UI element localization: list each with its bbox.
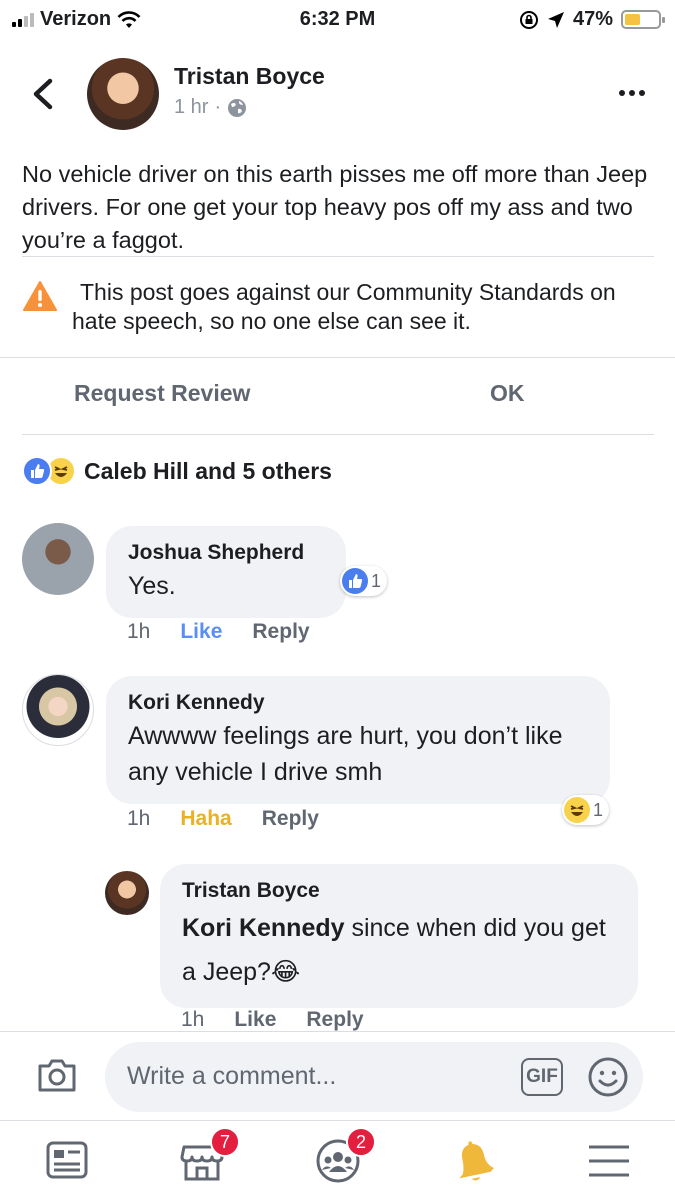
status-right: 47%: [519, 8, 665, 31]
comment-bubble: Kori Kennedy Awwww feelings are hurt, yo…: [106, 676, 610, 804]
author-avatar[interactable]: [87, 58, 159, 130]
like-reaction-icon: [342, 568, 368, 594]
globe-icon: [228, 98, 247, 117]
post-time[interactable]: 1 hr: [174, 96, 208, 119]
battery-icon: [621, 10, 665, 29]
like-reaction-icon: [22, 456, 52, 486]
tab-notifications[interactable]: [450, 1137, 498, 1185]
groups-badge: 2: [346, 1127, 376, 1157]
tears-of-joy-emoji: 😂: [270, 958, 301, 986]
reply-button[interactable]: Reply: [252, 620, 309, 644]
comment-reaction-count[interactable]: 1: [340, 566, 388, 596]
comment-time: 1h: [127, 807, 151, 830]
comment-text: Yes.: [128, 572, 176, 600]
request-review-button[interactable]: Request Review: [74, 380, 250, 407]
rotation-lock-icon: [519, 10, 538, 29]
mention-link[interactable]: Kori Kennedy: [182, 914, 345, 942]
tab-menu[interactable]: [585, 1137, 633, 1185]
haha-button[interactable]: Haha: [180, 807, 231, 831]
comment-text: Awwww feelings are hurt, you don’t like …: [128, 722, 563, 786]
reaction-count: 1: [593, 799, 604, 820]
battery-percent: 47%: [572, 8, 613, 30]
gif-button[interactable]: GIF: [521, 1058, 563, 1096]
divider: [22, 256, 654, 257]
more-options-icon[interactable]: [619, 90, 645, 96]
divider: [0, 357, 675, 358]
reply-button[interactable]: Reply: [306, 1008, 363, 1032]
marketplace-badge: 7: [210, 1127, 240, 1157]
reactions-text: Caleb Hill and 5 others: [84, 457, 332, 484]
comment-input[interactable]: Write a comment... GIF: [105, 1042, 643, 1112]
commenter-name[interactable]: Joshua Shepherd: [128, 538, 324, 568]
reply-text: Kori Kennedy since when did you get a Je…: [182, 906, 616, 994]
commenter-avatar[interactable]: [22, 523, 94, 595]
meta-separator: ·: [214, 96, 222, 118]
tab-news-feed[interactable]: [43, 1137, 91, 1185]
menu-icon: [589, 1145, 629, 1177]
warning-icon: [23, 281, 57, 311]
reply-button[interactable]: Reply: [262, 807, 319, 831]
reply-time: 1h: [181, 1008, 205, 1031]
notifications-bell-icon: [459, 1141, 494, 1181]
location-arrow-icon: [547, 11, 564, 28]
post-body: No vehicle driver on this earth pisses m…: [22, 161, 648, 253]
community-standards-warning: This post goes against our Community Sta…: [22, 278, 662, 336]
comment-composer: Write a comment... GIF: [0, 1031, 675, 1119]
reply-bubble: Tristan Boyce Kori Kennedy since when di…: [160, 864, 638, 1008]
tab-groups[interactable]: 2: [314, 1127, 376, 1185]
comment-placeholder: Write a comment...: [127, 1062, 337, 1090]
comment-reaction-count[interactable]: 1: [562, 795, 610, 825]
commenter-avatar[interactable]: [22, 674, 94, 746]
warning-text: This post goes against our Community Sta…: [72, 279, 616, 334]
emoji-icon[interactable]: [587, 1056, 629, 1098]
tab-marketplace[interactable]: 7: [178, 1127, 240, 1185]
like-button[interactable]: Like: [234, 1008, 276, 1032]
divider: [22, 434, 654, 435]
commenter-name[interactable]: Kori Kennedy: [128, 688, 588, 718]
reactions-summary[interactable]: Caleb Hill and 5 others: [22, 456, 332, 486]
post-meta: 1 hr ·: [174, 96, 247, 119]
camera-icon[interactable]: [36, 1056, 78, 1094]
like-button[interactable]: Like: [180, 620, 222, 644]
bottom-tab-bar: 7 2: [0, 1120, 675, 1200]
reply-actions: 1h Like Reply: [181, 1008, 364, 1032]
reply-author-avatar[interactable]: [105, 871, 149, 915]
reaction-count: 1: [371, 570, 382, 591]
comment-actions: 1h Like Reply: [127, 620, 310, 644]
haha-reaction-icon: [564, 797, 590, 823]
status-bar: Verizon 6:32 PM 47%: [0, 0, 675, 40]
ok-button[interactable]: OK: [490, 380, 525, 407]
comment-bubble: Joshua Shepherd Yes.: [106, 526, 346, 618]
news-feed-icon: [46, 1141, 88, 1179]
comment-actions: 1h Haha Reply: [127, 807, 319, 831]
post-author-name[interactable]: Tristan Boyce: [174, 63, 325, 90]
back-arrow-icon[interactable]: [28, 76, 58, 112]
comment-time: 1h: [127, 620, 151, 643]
reply-author-name[interactable]: Tristan Boyce: [182, 876, 616, 906]
